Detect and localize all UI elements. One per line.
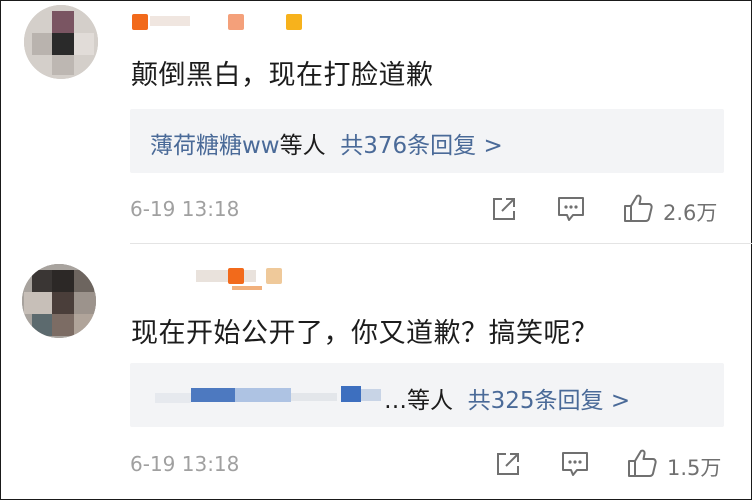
- timestamp: 6-19 13:18: [130, 197, 240, 221]
- user-badge: [132, 14, 148, 30]
- like-count: 1.5万: [667, 456, 722, 480]
- reply-summary-box[interactable]: …等人 共325条回复 >: [130, 363, 724, 427]
- reply-others-label: 等人: [407, 388, 453, 414]
- reply-count-link[interactable]: 共376条回复 >: [340, 133, 502, 159]
- reply-names[interactable]: 薄荷糖糖ww: [150, 133, 280, 159]
- reply-count-link[interactable]: 共325条回复 >: [468, 388, 630, 414]
- comment-icon[interactable]: [556, 195, 586, 223]
- reply-names[interactable]: …: [384, 388, 407, 414]
- share-icon[interactable]: [490, 195, 518, 223]
- avatar[interactable]: [24, 5, 98, 79]
- timestamp: 6-19 13:18: [130, 452, 240, 476]
- comment-text: 颠倒黑白，现在打脸道歉: [131, 60, 434, 91]
- avatar[interactable]: [22, 264, 96, 338]
- share-icon[interactable]: [494, 450, 522, 478]
- comment-icon[interactable]: [560, 450, 590, 478]
- username-masked[interactable]: [132, 12, 302, 32]
- vip-badge: [286, 14, 302, 30]
- like-icon[interactable]: [622, 192, 654, 224]
- like-icon[interactable]: [626, 447, 658, 479]
- comment-divider: [130, 243, 752, 244]
- reply-summary-text[interactable]: 薄荷糖糖ww等人 共376条回复 >: [150, 126, 503, 160]
- reply-summary-text[interactable]: …等人 共325条回复 >: [384, 381, 630, 415]
- reply-others-label: 等人: [279, 133, 326, 159]
- username-masked[interactable]: [132, 266, 292, 290]
- comment-text: 现在开始公开了，你又道歉？搞笑呢？: [131, 318, 599, 349]
- reply-summary-box[interactable]: 薄荷糖糖ww等人 共376条回复 >: [130, 109, 724, 173]
- masked-reply-names: [155, 383, 387, 407]
- user-badge: [228, 14, 244, 30]
- like-count: 2.6万: [663, 201, 718, 225]
- user-badge: [228, 268, 244, 284]
- user-badge: [266, 268, 282, 284]
